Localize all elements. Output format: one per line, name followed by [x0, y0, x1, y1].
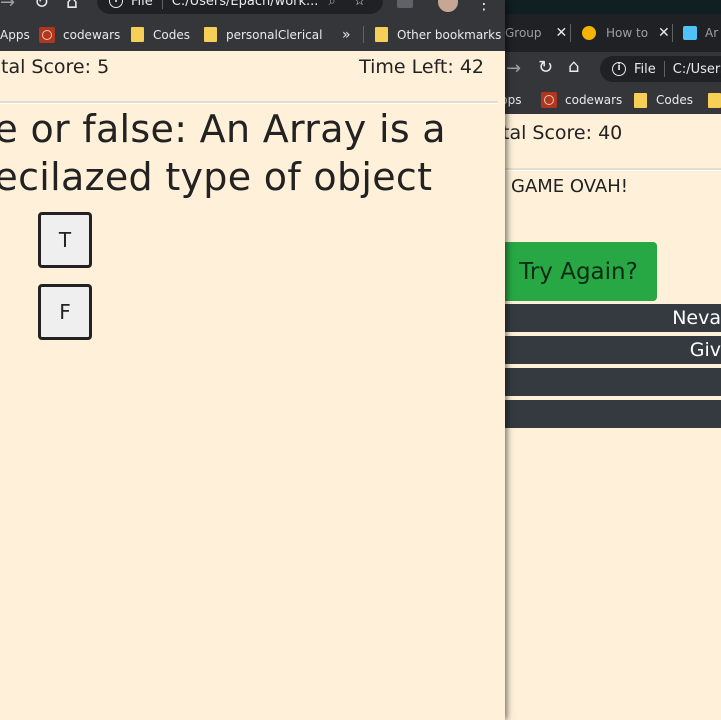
game-over-heading: GAME OVAH! [511, 176, 628, 197]
codewars-icon [39, 26, 55, 43]
bookmark-personal-clerical[interactable]: personalClerical [204, 18, 322, 51]
tab-label: Group [505, 26, 542, 40]
forward-icon[interactable]: → [0, 0, 15, 13]
zoom-icon[interactable]: ⌕ [328, 0, 335, 9]
bookmarks-bar: pps codewars Codes [500, 86, 721, 115]
reload-icon[interactable]: ↻ [538, 57, 553, 78]
forward-icon[interactable]: → [506, 58, 521, 79]
bookmark-label: personalClerical [226, 27, 323, 42]
bookmark-folder[interactable] [708, 86, 721, 114]
bookmark-codewars[interactable]: codewars [39, 18, 120, 51]
bookmark-label: Other bookmarks [397, 27, 502, 42]
address-url: C:/Users/Epach/work... [171, 0, 319, 9]
try-again-button[interactable]: Try Again? [500, 242, 657, 301]
address-bar[interactable]: i File C:/Users/Epach/work... ⌕ ☆ [97, 0, 383, 14]
bookmarks-overflow-button[interactable]: » [342, 18, 351, 51]
foreground-browser-window: → ↻ ⌂ i File C:/Users/Epach/work... ⌕ ☆ … [0, 0, 505, 720]
desktop: Group ✕ How to ✕ Ar → ↻ ⌂ i File C:/User… [0, 0, 721, 720]
bookmark-other[interactable]: Other bookmarks [375, 18, 501, 51]
divider [0, 101, 498, 104]
address-scheme: File [634, 61, 656, 77]
star-icon[interactable]: ☆ [354, 0, 366, 9]
answer-true-button[interactable]: T [38, 212, 92, 268]
question-text: ue or false: An Array is a pecilazed typ… [0, 105, 490, 201]
game-over-page: tal Score: 40 GAME OVAH! Try Again? Neva… [500, 114, 721, 720]
info-icon[interactable]: i [109, 0, 123, 8]
address-url: C:/Users [672, 61, 721, 77]
total-score: tal Score: 40 [502, 122, 623, 144]
tab-divider [672, 24, 673, 42]
tab-label: How to [606, 26, 649, 40]
home-icon[interactable]: ⌂ [66, 0, 78, 13]
answer-false-button[interactable]: F [38, 284, 92, 340]
tab-label: Ar [705, 26, 719, 40]
quiz-page: tal Score: 5 Time Left: 42 ue or false: … [0, 51, 505, 720]
tab-favicon-icon [582, 26, 596, 40]
close-icon[interactable]: ✕ [658, 25, 670, 41]
home-icon[interactable]: ⌂ [568, 56, 579, 77]
tab-group[interactable]: Group ✕ [505, 14, 567, 52]
avatar[interactable] [438, 0, 458, 12]
bookmark-apps[interactable]: Apps [0, 18, 30, 51]
bookmark-label: Codes [153, 27, 190, 42]
bookmark-label: codewars [63, 27, 121, 42]
bookmark-label: Apps [0, 27, 30, 42]
bookmark-codewars[interactable]: codewars [541, 86, 622, 114]
bookmark-label: » [342, 26, 351, 43]
folder-icon [131, 27, 144, 42]
address-divider [663, 61, 665, 77]
reload-icon[interactable]: ↻ [34, 0, 49, 13]
high-score-row: Giv [500, 336, 721, 364]
bookmarks-bar: Apps codewars Codes personalClerical » O… [0, 18, 505, 51]
question-line: ue or false: An Array is a [0, 107, 446, 151]
tab-ar[interactable]: Ar [683, 14, 718, 52]
bookmark-codes[interactable]: Codes [131, 18, 190, 51]
high-score-text: Neva [672, 307, 721, 329]
tab-divider [570, 24, 571, 42]
bookmark-codes[interactable]: Codes [634, 86, 693, 114]
browser-toolbar: → ↻ ⌂ i File C:/Users [500, 52, 721, 86]
divider [500, 168, 721, 171]
bookmarks-divider [363, 26, 364, 43]
tab-favicon-icon [683, 26, 697, 40]
tab-how-to[interactable]: How to ✕ [582, 14, 670, 52]
bookmark-label: codewars [565, 93, 623, 107]
window-title-strip [500, 0, 721, 14]
total-score: tal Score: 5 [1, 56, 110, 78]
codewars-icon [541, 92, 557, 108]
address-divider [161, 0, 163, 9]
time-left: Time Left: 42 [359, 56, 484, 78]
high-score-row [500, 368, 721, 396]
browser-toolbar: → ↻ ⌂ i File C:/Users/Epach/work... ⌕ ☆ … [0, 0, 505, 18]
address-bar[interactable]: i File C:/Users [600, 56, 721, 82]
high-score-text: Giv [689, 339, 721, 361]
extension-icon[interactable] [397, 0, 413, 8]
address-scheme: File [131, 0, 153, 9]
folder-icon [204, 27, 217, 42]
high-score-row: Neva [500, 304, 721, 332]
info-icon[interactable]: i [612, 62, 626, 76]
folder-icon [634, 92, 647, 108]
background-browser-window: Group ✕ How to ✕ Ar → ↻ ⌂ i File C:/User… [500, 0, 721, 720]
folder-icon [375, 27, 388, 42]
bookmark-label: Codes [656, 93, 693, 107]
close-icon[interactable]: ✕ [556, 25, 568, 41]
score-bar: tal Score: 5 Time Left: 42 [0, 51, 505, 103]
question-line: pecilazed type of object [0, 155, 433, 199]
high-score-row [500, 400, 721, 428]
folder-icon [708, 92, 721, 108]
menu-dots-icon[interactable]: ⋮ [476, 0, 492, 13]
tab-strip: Group ✕ How to ✕ Ar [500, 14, 721, 52]
